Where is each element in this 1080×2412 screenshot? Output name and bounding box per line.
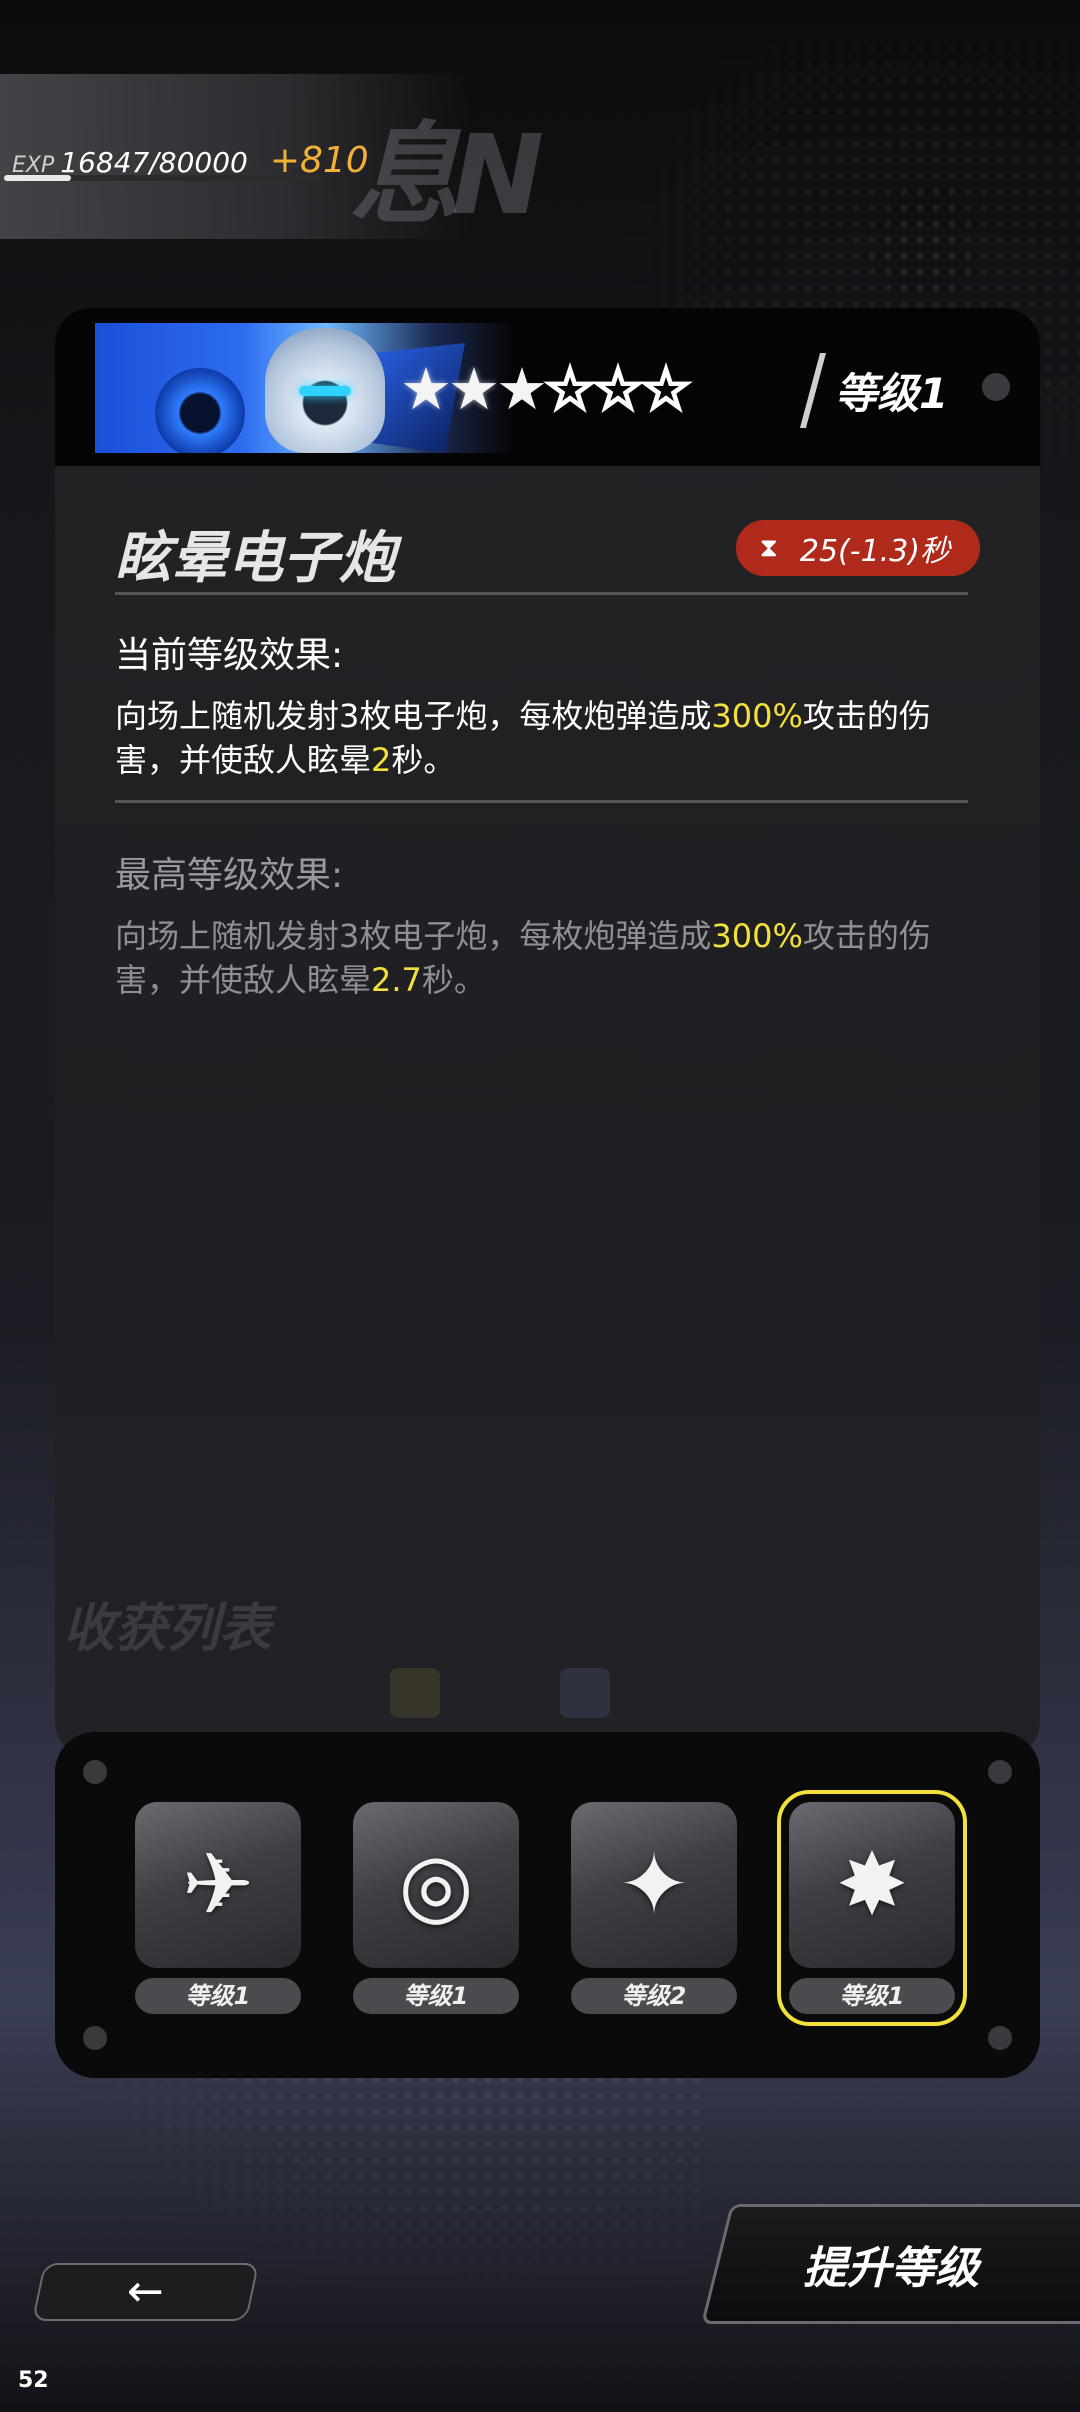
divider-middle	[115, 800, 968, 803]
skill-slot-4-selected[interactable]: ✸ 等级1	[777, 1790, 967, 2026]
star-full-icon: ★	[448, 355, 500, 423]
explosion-icon: ✸	[789, 1802, 955, 1968]
skill-name: 眩晕电子炮	[115, 526, 395, 591]
exp-progress-fill	[4, 175, 71, 181]
skill-card-header: ★ ★ ★ ☆ ☆ ☆ 等级1	[55, 308, 1040, 466]
portrait-orb	[155, 368, 245, 453]
sonic-wave-icon: ◎	[353, 1802, 519, 1968]
skill-slot-level: 等级2	[571, 1978, 737, 2014]
background-ghost-list: 收获列表	[63, 1599, 272, 1659]
skill-slot-3[interactable]: ✦ 等级2	[571, 1802, 737, 2014]
tray-corner-dot	[83, 2026, 107, 2050]
star-rating: ★ ★ ★ ☆ ☆ ☆	[400, 355, 694, 423]
star-empty-icon: ☆	[639, 355, 694, 423]
current-desc-text-1: 向场上随机发射3枚电子炮，每枚炮弹造成	[115, 697, 712, 735]
star-half-icon: ★	[496, 355, 548, 423]
star-empty-icon: ☆	[543, 355, 598, 423]
max-desc-text-1: 向场上随机发射3枚电子炮，每枚炮弹造成	[115, 917, 712, 955]
skill-slot-2[interactable]: ◎ 等级1	[353, 1802, 519, 2014]
rocket-burst-icon: ✈	[135, 1802, 301, 1968]
skill-slot-level: 等级1	[135, 1978, 301, 2014]
tray-corner-dot	[988, 2026, 1012, 2050]
exp-progress-bar	[4, 175, 322, 181]
arrow-left-icon: ←	[127, 2266, 164, 2317]
max-effect-title: 最高等级效果:	[115, 855, 344, 896]
skill-detail-card: ★ ★ ★ ☆ ☆ ☆ 等级1 眩晕电子炮 ⧗ 25(-1.3)秒 当前等级效果: 向场上…	[55, 308, 1040, 1758]
portrait-head	[265, 328, 385, 453]
current-effect-desc: 向场上随机发射3枚电子炮，每枚炮弹造成300%攻击的伤害，并使敌人眩晕2秒。	[115, 694, 975, 782]
upgrade-level-label: 提升等级	[803, 2243, 979, 2294]
max-desc-stun: 2.7	[371, 961, 422, 999]
skill-slot-level: 等级1	[353, 1978, 519, 2014]
orbit-star-icon: ✦	[571, 1802, 737, 1968]
cooldown-text: 25(-1.3)秒	[799, 534, 950, 569]
current-desc-stun: 2	[371, 741, 392, 779]
tray-corner-dot	[83, 1760, 107, 1784]
header-dot-icon	[982, 373, 1010, 401]
star-full-icon: ★	[400, 355, 452, 423]
back-button[interactable]: ←	[31, 2263, 260, 2321]
corner-number: 52	[18, 2368, 49, 2393]
current-desc-text-3: 秒。	[391, 741, 456, 779]
cooldown-badge: ⧗ 25(-1.3)秒	[735, 520, 980, 576]
skill-slot-level: 等级1	[789, 1978, 955, 2014]
hourglass-icon: ⧗	[759, 532, 778, 563]
skill-selection-tray: ✈ 等级1 ◎ 等级1 ✦ 等级2 ✸ 等级1	[55, 1732, 1040, 2078]
skill-slot-1[interactable]: ✈ 等级1	[135, 1802, 301, 2014]
tray-corner-dot	[988, 1760, 1012, 1784]
current-effect-title: 当前等级效果:	[115, 635, 344, 676]
max-effect-desc: 向场上随机发射3枚电子炮，每枚炮弹造成300%攻击的伤害，并使敌人眩晕2.7秒。	[115, 914, 975, 1002]
upgrade-level-button[interactable]: 提升等级	[701, 2204, 1080, 2324]
background-ghost-title: 息N	[350, 111, 544, 239]
max-desc-text-3: 秒。	[421, 961, 486, 999]
skill-level-label: 等级1	[835, 369, 949, 418]
divider-top	[115, 592, 968, 595]
level-divider	[799, 353, 827, 428]
current-desc-damage: 300%	[711, 697, 803, 735]
max-desc-damage: 300%	[711, 917, 803, 955]
star-empty-icon: ☆	[591, 355, 646, 423]
